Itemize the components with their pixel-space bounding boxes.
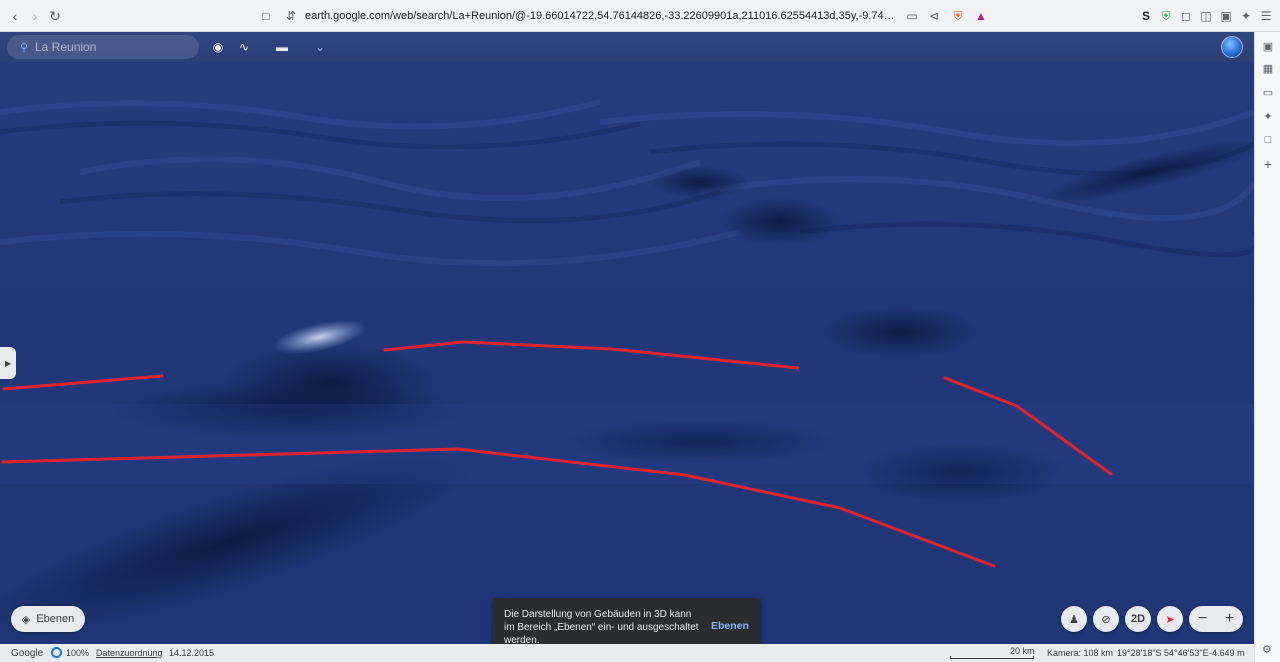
leo-ai-icon[interactable]: ✦ (1238, 8, 1254, 24)
attribution-link[interactable]: Datenzuordnung (96, 648, 163, 658)
layers-label: Ebenen (36, 613, 75, 625)
loading-ring-icon (51, 647, 62, 658)
menu-icon[interactable]: ☰ (1258, 8, 1274, 24)
bookmarks-icon[interactable]: □ (1260, 132, 1276, 148)
chevron-right-icon: ▶ (4, 358, 12, 368)
reading-list-icon[interactable]: ▦ (1260, 60, 1276, 76)
back-icon[interactable]: ‹ (5, 6, 25, 26)
street-view-pegman-button[interactable]: ♟ (1061, 606, 1087, 632)
earth-3d-viewport[interactable] (0, 32, 1254, 662)
compass-button[interactable]: ➤ (1157, 606, 1183, 632)
reset-tilt-button[interactable]: ⊘ (1093, 606, 1119, 632)
account-avatar[interactable] (1221, 36, 1243, 58)
panel-expand-handle[interactable]: ▶ (0, 347, 16, 379)
search-box[interactable]: ⚲ (7, 35, 199, 59)
chevron-down-icon[interactable]: ⌄ (312, 39, 328, 55)
reload-icon[interactable]: ↻ (45, 6, 65, 26)
scale-bar (950, 656, 1034, 659)
earth-toolbar: ⚲ ◉ ∿ ▬ ⌄ (0, 32, 1254, 62)
status-bar: Google 100% Datenzuordnung 14.12.2015 20… (0, 644, 1254, 662)
sidebar-toggle-icon[interactable]: ◫ (1198, 8, 1214, 24)
draw-path-icon[interactable]: ∿ (236, 39, 252, 55)
wallet-sidebar-icon[interactable]: ▣ (1260, 38, 1276, 54)
place-marker-icon[interactable]: ◉ (210, 39, 226, 55)
compass-icon: ➤ (1165, 613, 1175, 626)
wallet-icon[interactable]: ▣ (1218, 8, 1234, 24)
scale-label: 20 km (1010, 646, 1035, 656)
add-panel-icon[interactable]: + (1260, 156, 1276, 172)
pegman-icon: ♟ (1069, 613, 1079, 626)
google-brand: Google (11, 648, 44, 659)
brave-rewards-icon[interactable]: ▲ (973, 8, 989, 24)
playlist-icon[interactable]: ▭ (1260, 84, 1276, 100)
loading-progress: 100% (66, 648, 90, 658)
url-text: earth.google.com/web/search/La+Reunion/@… (305, 10, 895, 22)
layers-button[interactable]: ◈ Ebenen (11, 606, 85, 632)
ai-chat-icon[interactable]: ✦ (1260, 108, 1276, 124)
forward-icon[interactable]: › (25, 6, 45, 26)
cast-icon[interactable]: ▭ (904, 8, 920, 24)
cursor-elevation: -4.649 m (1209, 648, 1245, 658)
extension-s-icon[interactable]: S (1138, 8, 1154, 24)
seafloor-terrain (0, 32, 1254, 662)
zoom-controls: − + (1189, 606, 1243, 632)
bookmark-icon[interactable]: □ (258, 8, 274, 24)
toggle-2d-button[interactable]: 2D (1125, 606, 1151, 632)
cursor-coordinates: 19°28'18"S 54°46'53"E (1117, 648, 1209, 658)
imagery-date: 14.12.2015 (169, 648, 215, 658)
browser-toolbar: ‹ › ↻ □ ⇵ earth.google.com/web/search/La… (0, 0, 1280, 32)
layers-icon: ◈ (21, 613, 31, 626)
mode-2d-label: 2D (1130, 613, 1146, 625)
gear-icon[interactable]: ⚙ (1262, 643, 1274, 656)
shield-check-icon[interactable]: ⛨ (1158, 8, 1174, 24)
browser-sidebar: ▣ ▦ ▭ ✦ □ + (1254, 32, 1280, 662)
search-icon: ⚲ (19, 41, 29, 54)
toast-message: Die Darstellung von Gebäuden in 3D kann … (504, 609, 699, 646)
brave-shield-icon[interactable]: ⛨ (950, 8, 966, 24)
share-icon[interactable]: ⊲ (926, 8, 942, 24)
zoom-out-button[interactable]: − (1189, 606, 1216, 632)
measure-ruler-icon[interactable]: ▬ (274, 39, 290, 55)
search-input[interactable] (35, 40, 185, 54)
extensions-icon[interactable]: ◻ (1178, 8, 1194, 24)
toast-layers-link[interactable]: Ebenen (711, 620, 749, 633)
camera-altitude: Kamera: 108 km (1047, 648, 1114, 658)
tilt-icon: ⊘ (1101, 613, 1111, 626)
site-settings-icon[interactable]: ⇵ (283, 8, 299, 24)
zoom-in-button[interactable]: + (1216, 606, 1243, 632)
